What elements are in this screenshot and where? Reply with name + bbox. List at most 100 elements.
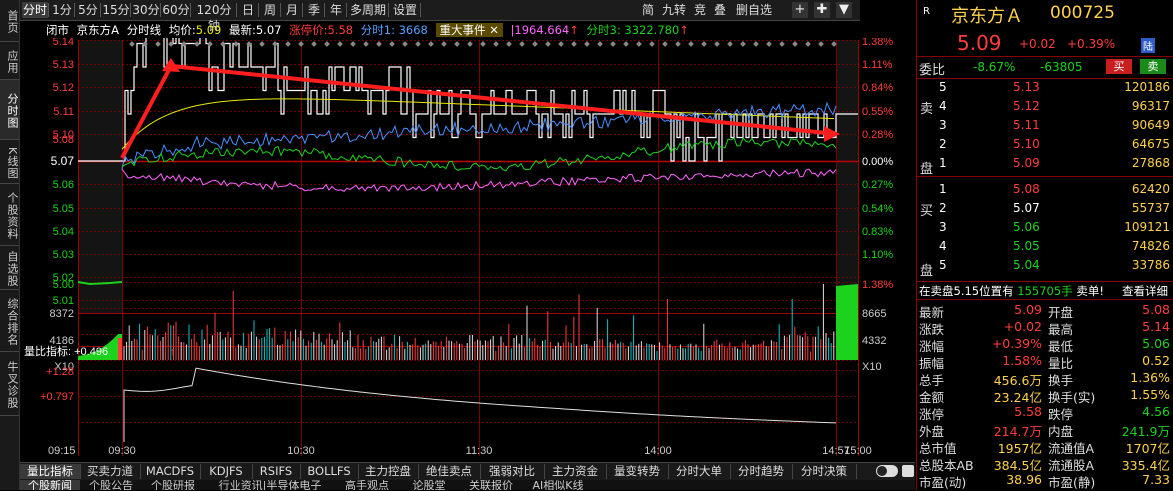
event-marker-icon[interactable]	[337, 41, 343, 47]
event-marker-icon[interactable]	[545, 41, 551, 47]
indicator-tab-1[interactable]: 买卖力道	[80, 464, 141, 479]
dropdown-icon[interactable]: ▼	[836, 2, 852, 18]
indicator-tab-4[interactable]: RSIFS	[252, 464, 301, 479]
event-marker-icon[interactable]	[272, 41, 278, 47]
sidebar-item-1[interactable]: 应用	[0, 42, 19, 80]
event-marker-icon[interactable]	[714, 41, 720, 47]
period-tab-1[interactable]: 1分	[50, 2, 74, 18]
event-marker-icon[interactable]	[727, 41, 733, 47]
event-marker-icon[interactable]	[233, 41, 239, 47]
event-marker-icon[interactable]	[649, 41, 655, 47]
event-marker-icon[interactable]	[493, 41, 499, 47]
event-marker-icon[interactable]	[766, 41, 772, 47]
event-marker-icon[interactable]	[454, 41, 460, 47]
add-icon[interactable]: +	[792, 2, 808, 18]
event-marker-icon[interactable]	[298, 41, 304, 47]
event-marker-icon[interactable]	[311, 41, 317, 47]
indicator-tab-10[interactable]: 量变转势	[606, 464, 669, 479]
event-marker-icon[interactable]	[363, 41, 369, 47]
news-tab-7[interactable]: AI相似K线	[522, 480, 594, 490]
event-marker-icon[interactable]	[636, 41, 642, 47]
event-marker-icon[interactable]	[792, 41, 798, 47]
crosshair-icon[interactable]: ✚	[814, 2, 830, 18]
period-tab-2[interactable]: 5分	[76, 2, 100, 18]
sidebar-item-2[interactable]: 分时图	[0, 80, 19, 140]
news-tab-3[interactable]: 行业资讯|半导体电子	[204, 480, 336, 490]
event-marker-icon[interactable]	[207, 41, 213, 47]
major-events-button[interactable]: 重大事件 ✕	[435, 23, 503, 37]
event-marker-icon[interactable]	[324, 41, 330, 47]
period-tab-9[interactable]: 月	[282, 2, 302, 18]
news-tab-0[interactable]: 个股新闻	[20, 480, 80, 490]
event-marker-icon[interactable]	[467, 41, 473, 47]
event-marker-icon[interactable]	[194, 41, 200, 47]
event-marker-icon[interactable]	[584, 41, 590, 47]
period-tab-8[interactable]: 周	[260, 2, 280, 18]
news-tab-4[interactable]: 高手观点	[336, 480, 398, 490]
period-tab-10[interactable]: 季	[304, 2, 324, 18]
indicator-tab-9[interactable]: 主力资金	[544, 464, 607, 479]
sidebar-item-5[interactable]: 自选股	[0, 246, 19, 290]
event-marker-icon[interactable]	[532, 41, 538, 47]
event-marker-icon[interactable]	[389, 41, 395, 47]
event-marker-icon[interactable]	[415, 41, 421, 47]
event-marker-icon[interactable]	[831, 41, 837, 47]
event-marker-icon[interactable]	[376, 41, 382, 47]
indicator-tab-7[interactable]: 绝佳卖点	[418, 464, 481, 479]
event-marker-icon[interactable]	[155, 41, 161, 47]
toolbar-option-0[interactable]: 简	[640, 2, 656, 18]
period-tab-0[interactable]: 分时	[22, 2, 48, 18]
period-tab-5[interactable]: 60分	[162, 2, 190, 18]
sidebar-item-4[interactable]: 个股资料	[0, 184, 19, 246]
event-marker-icon[interactable]	[597, 41, 603, 47]
event-marker-icon[interactable]	[753, 41, 759, 47]
period-tab-6[interactable]: 120分钟	[192, 2, 236, 33]
sidebar-item-7[interactable]: 牛叉诊股	[0, 352, 19, 416]
indicator-tab-0[interactable]: 量比指标	[20, 464, 81, 479]
toolbar-option-1[interactable]: 九转	[660, 2, 688, 18]
indicator-tab-3[interactable]: KDJFS	[200, 464, 253, 479]
period-tab-13[interactable]: 设置	[390, 2, 420, 18]
period-tab-12[interactable]: 多周期	[348, 2, 388, 18]
news-tab-5[interactable]: 论股堂	[398, 480, 460, 490]
event-marker-icon[interactable]	[220, 41, 226, 47]
event-marker-icon[interactable]	[610, 41, 616, 47]
period-tab-7[interactable]: 日	[238, 2, 258, 18]
expand-icon[interactable]	[902, 465, 914, 477]
buy-button[interactable]: 买	[1106, 59, 1132, 74]
event-marker-icon[interactable]	[571, 41, 577, 47]
event-marker-icon[interactable]	[480, 41, 486, 47]
sidebar-item-0[interactable]: 首页	[0, 0, 19, 42]
event-marker-icon[interactable]	[259, 41, 265, 47]
period-tab-11[interactable]: 年	[326, 2, 346, 18]
toggle-switch[interactable]	[876, 465, 898, 477]
event-marker-icon[interactable]	[818, 41, 824, 47]
event-marker-icon[interactable]	[779, 41, 785, 47]
toolbar-option-4[interactable]: 删自选	[732, 2, 776, 18]
indicator-tab-2[interactable]: MACDFS	[140, 464, 201, 479]
period-tab-3[interactable]: 15分	[102, 2, 130, 18]
news-tab-2[interactable]: 个股研报	[142, 480, 204, 490]
event-marker-icon[interactable]	[558, 41, 564, 47]
intraday-chart[interactable]: 5.14 5.13 5.12 5.11 5.10 5.08 5.07 5.06 5.05 5.04…	[20, 0, 896, 459]
event-marker-icon[interactable]	[428, 41, 434, 47]
event-marker-icon[interactable]	[402, 41, 408, 47]
period-tab-4[interactable]: 30分	[132, 2, 160, 18]
event-marker-icon[interactable]	[506, 41, 512, 47]
event-marker-icon[interactable]	[129, 41, 135, 47]
sidebar-item-3[interactable]: K线图	[0, 140, 19, 184]
sidebar-item-6[interactable]: 综合排名	[0, 290, 19, 352]
indicator-tab-6[interactable]: 主力控盘	[358, 464, 419, 479]
event-marker-icon[interactable]	[662, 41, 668, 47]
news-tab-1[interactable]: 个股公告	[80, 480, 142, 490]
event-marker-icon[interactable]	[623, 41, 629, 47]
view-detail-link[interactable]: 查看详细	[1122, 283, 1168, 299]
news-tab-6[interactable]: 关联报价	[460, 480, 522, 490]
toolbar-option-2[interactable]: 竞	[692, 2, 708, 18]
indicator-tab-5[interactable]: BOLLFS	[300, 464, 359, 479]
indicator-tab-8[interactable]: 强弱对比	[480, 464, 545, 479]
indicator-tab-13[interactable]: 分时决策	[792, 464, 857, 479]
sell-button[interactable]: 卖	[1140, 59, 1166, 74]
event-marker-icon[interactable]	[805, 41, 811, 47]
event-marker-icon[interactable]	[441, 41, 447, 47]
